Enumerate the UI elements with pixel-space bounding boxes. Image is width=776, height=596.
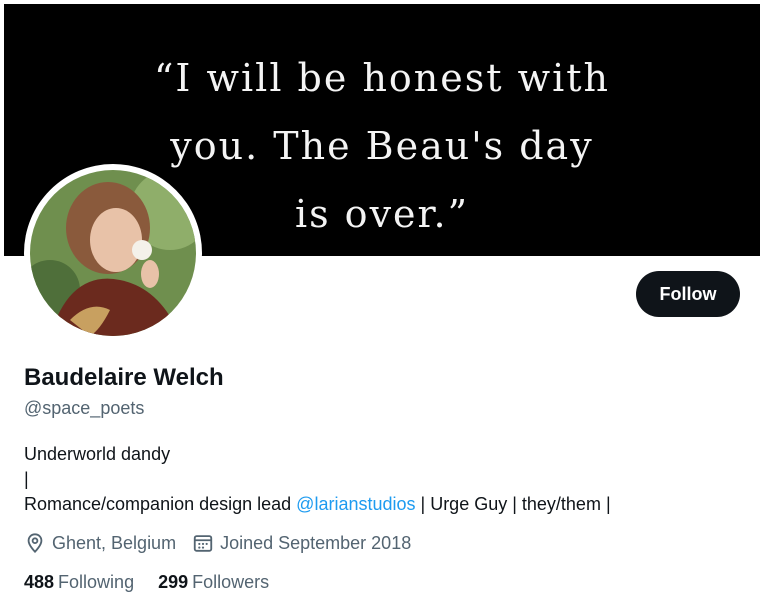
followers-count: 299 <box>158 572 189 592</box>
avatar-photo <box>30 170 196 336</box>
following-count: 488 <box>24 572 55 592</box>
followers-label: Followers <box>192 572 270 592</box>
profile-handle: @space_poets <box>24 398 145 418</box>
bio-line-1: Underworld dandy <box>24 444 171 464</box>
follow-button[interactable]: Follow <box>636 271 740 317</box>
avatar[interactable] <box>30 170 196 336</box>
joined-text: Joined September 2018 <box>220 532 412 553</box>
bio-text-suffix: | Urge Guy | they/them | <box>415 494 611 514</box>
profile-stats: 488 Following 299 Followers <box>24 572 293 593</box>
location-item: Ghent, Belgium <box>24 532 176 554</box>
bio-line-2: | <box>24 469 29 489</box>
location-pin-icon <box>27 533 43 554</box>
following-label: Following <box>58 572 135 592</box>
location-text: Ghent, Belgium <box>52 532 177 553</box>
bio-line-3: Romance/companion design lead @larianstu… <box>24 492 611 517</box>
followers-link[interactable]: 299 Followers <box>158 572 269 593</box>
joined-item: Joined September 2018 <box>192 532 411 554</box>
mention-link[interactable]: @larianstudios <box>296 494 415 514</box>
calendar-icon <box>193 535 213 552</box>
profile-bio: Underworld dandy | Romance/companion des… <box>24 442 611 517</box>
profile-meta: Ghent, Belgium Joined September 2018 <box>24 532 427 554</box>
profile-name: Baudelaire Welch <box>24 364 224 391</box>
bio-text: Romance/companion design lead <box>24 494 297 514</box>
following-link[interactable]: 488 Following <box>24 572 134 593</box>
